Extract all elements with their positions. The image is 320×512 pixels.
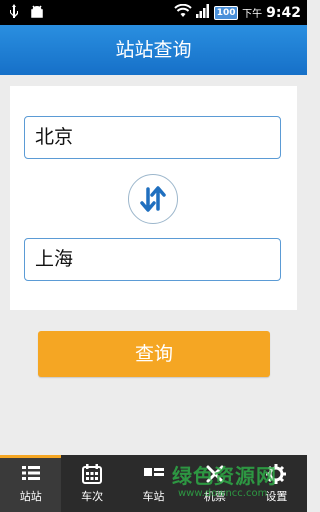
- calendar-grid-icon: [82, 464, 103, 488]
- close-x-icon: [205, 464, 225, 488]
- nav-item-air-ticket[interactable]: 机票: [184, 455, 245, 512]
- gear-icon: [266, 464, 287, 488]
- android-debug-icon: [30, 4, 44, 24]
- nav-item-settings[interactable]: 设置: [246, 455, 307, 512]
- nav-label: 站站: [19, 490, 42, 503]
- usb-icon: [8, 4, 20, 24]
- from-station-input[interactable]: 北京: [24, 116, 281, 159]
- to-station-input[interactable]: 上海: [24, 238, 281, 281]
- swap-vertical-arrows-icon: [140, 186, 166, 212]
- nav-item-station[interactable]: 车站: [123, 455, 184, 512]
- query-button[interactable]: 查询: [38, 331, 270, 377]
- nav-label: 设置: [265, 490, 288, 503]
- status-left-icons: [8, 4, 44, 24]
- signal-icon: [196, 3, 210, 22]
- nav-label: 车站: [142, 490, 165, 503]
- status-time: 9:42: [266, 4, 301, 21]
- page-title: 站站查询: [0, 25, 307, 75]
- nav-item-train-number[interactable]: 车次: [61, 455, 122, 512]
- nav-label: 机票: [203, 490, 226, 503]
- status-right-icons: 100 下午 9:42: [174, 3, 301, 22]
- search-card: 北京 上海: [10, 86, 297, 310]
- swap-stations-button[interactable]: [128, 174, 178, 224]
- status-ampm: 下午: [242, 9, 263, 20]
- battery-icon: 100: [214, 5, 239, 20]
- nav-item-station-to-station[interactable]: 站站: [0, 455, 62, 512]
- station-list-icon: [143, 464, 165, 486]
- list-icon: [21, 464, 41, 486]
- nav-label: 车次: [81, 490, 104, 503]
- bottom-nav: 站站 车次 车站 机票 设置: [0, 455, 307, 512]
- wifi-icon: [174, 3, 192, 22]
- status-bar: 100 下午 9:42: [0, 0, 307, 25]
